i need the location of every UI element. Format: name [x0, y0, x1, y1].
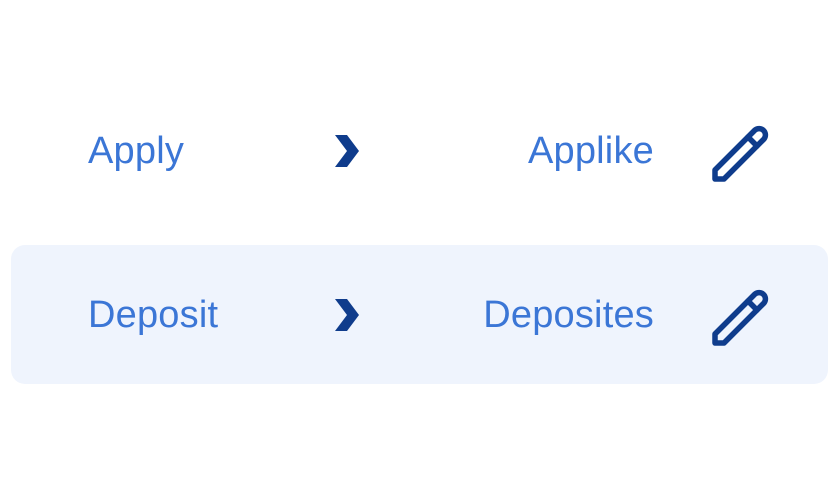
chevron-right-icon: [335, 298, 359, 331]
replacement-row[interactable]: Apply Applike: [11, 81, 828, 220]
source-word: Deposit: [88, 293, 219, 336]
replacement-list: Apply Applike Deposit Deposites: [0, 0, 837, 498]
replacement-row-selected[interactable]: Deposit Deposites: [11, 245, 828, 384]
target-word: Deposites: [483, 293, 654, 336]
chevron-right-icon: [335, 134, 359, 167]
pencil-icon[interactable]: [705, 117, 773, 185]
pencil-icon[interactable]: [705, 281, 773, 349]
target-word: Applike: [527, 129, 654, 172]
source-word: Apply: [88, 129, 185, 172]
